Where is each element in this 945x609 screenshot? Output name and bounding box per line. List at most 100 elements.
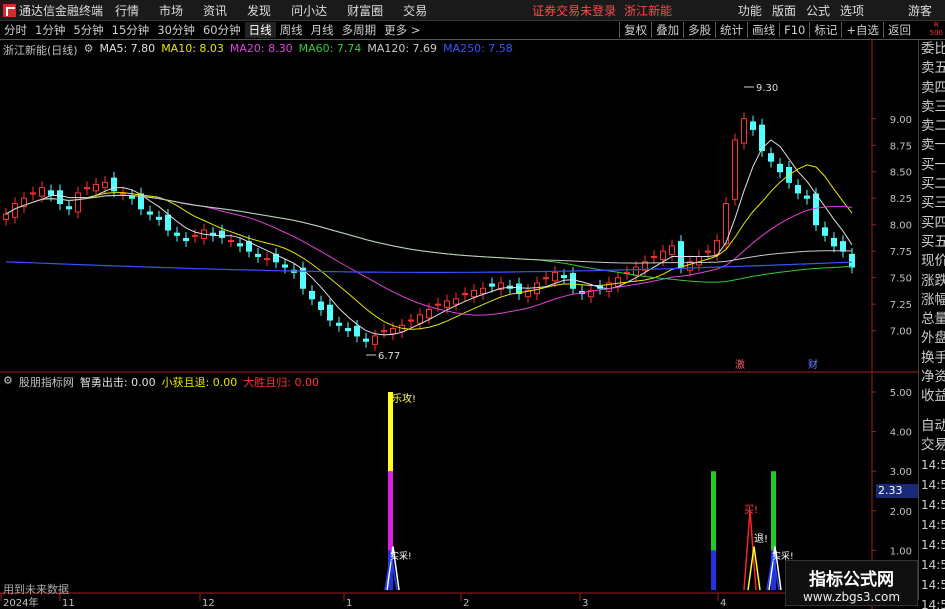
trade-time-3: 14:56 [921, 518, 945, 533]
gear-icon[interactable]: ⚙ [84, 42, 94, 58]
menu-trade[interactable]: 交易 [393, 2, 437, 19]
menu-options[interactable]: 选项 [835, 2, 869, 19]
candle-body [813, 193, 819, 226]
candle-body [363, 338, 369, 342]
candle-body [192, 234, 198, 237]
quote-field-16[interactable]: 换手 [919, 349, 945, 368]
menu-quotes[interactable]: 行情 [105, 2, 149, 19]
x-tick-label: 11 [62, 598, 75, 609]
quote-field-10[interactable]: 买五 [919, 233, 945, 252]
candle-body [795, 185, 801, 194]
candle-body [462, 293, 468, 296]
signal-enter-1: 实采! [390, 550, 412, 562]
candle-body [732, 139, 738, 200]
period-60min[interactable]: 60分钟 [199, 22, 245, 38]
stats-button[interactable]: 统计 [715, 22, 747, 38]
legend-small-win: 小获且退: 0.00 [161, 376, 238, 389]
price-tick-label: 7.50 [890, 274, 912, 285]
menu-formula[interactable]: 公式 [801, 2, 835, 19]
add-watchlist-button[interactable]: +自选 [841, 22, 883, 38]
low-label: 6.77 [378, 351, 400, 362]
quote-field-9[interactable]: 买四 [919, 214, 945, 233]
overlay-button[interactable]: 叠加 [651, 22, 683, 38]
main-legend: 浙江新能(日线) ⚙ MA5: 7.80 MA10: 8.03 MA20: 8.… [3, 42, 519, 58]
quote-field-12[interactable]: 涨跌 [919, 272, 945, 291]
legend-title: 浙江新能(日线) [3, 44, 78, 57]
candle-body [552, 271, 558, 282]
signal-attack: 乐攻! [392, 392, 416, 405]
period-15min[interactable]: 15分钟 [108, 22, 154, 38]
quote-field-17[interactable]: 净资 [919, 368, 945, 387]
back-button[interactable]: 返回 [883, 22, 915, 38]
menu-market[interactable]: 市场 [149, 2, 193, 19]
mark-button[interactable]: 标记 [809, 22, 841, 38]
candle-body [309, 290, 315, 300]
period-more[interactable]: 更多 > [380, 22, 424, 38]
candle-body [831, 237, 837, 247]
menu-ask[interactable]: 问小达 [281, 2, 337, 19]
login-status[interactable]: 证券交易未登录 [532, 2, 616, 19]
candle-body [282, 264, 288, 268]
quote-field-0[interactable]: 委比 [919, 40, 945, 59]
period-30min[interactable]: 30分钟 [153, 22, 199, 38]
quote-field-8[interactable]: 买三 [919, 194, 945, 213]
candle-body [561, 275, 567, 279]
adjust-button[interactable]: 复权 [619, 22, 651, 38]
period-monthly[interactable]: 月线 [307, 22, 338, 38]
auto-trade-0[interactable]: 自动 [919, 417, 945, 436]
quote-field-18[interactable]: 收益 [919, 387, 945, 406]
quote-field-4[interactable]: 卖二 [919, 117, 945, 136]
quote-field-14[interactable]: 总量 [919, 310, 945, 329]
candle-body [777, 163, 783, 173]
period-tick[interactable]: 分时 [0, 22, 31, 38]
period-weekly[interactable]: 周线 [276, 22, 307, 38]
quote-field-2[interactable]: 卖四 [919, 79, 945, 98]
quote-field-1[interactable]: 卖五 [919, 59, 945, 78]
menu-discover[interactable]: 发现 [237, 2, 281, 19]
period-1min[interactable]: 1分钟 [31, 22, 69, 38]
candle-body [57, 190, 63, 205]
x-tick-label: 2 [463, 598, 469, 609]
quote-field-13[interactable]: 涨幅 [919, 291, 945, 310]
price-tick-label: 7.25 [890, 300, 912, 311]
period-5min[interactable]: 5分钟 [69, 22, 107, 38]
watermark-line2: www.zbgs3.com [802, 590, 901, 604]
menu-news[interactable]: 资讯 [193, 2, 237, 19]
candle-body [489, 283, 495, 287]
auto-trade-1[interactable]: 交易 [919, 436, 945, 455]
quote-field-15[interactable]: 外盘 [919, 329, 945, 348]
tdx-logo-icon [3, 3, 16, 17]
guest-user[interactable]: 游客 [903, 2, 937, 19]
event-marker-1: 激 [735, 358, 745, 371]
candle-body [156, 216, 162, 220]
quote-field-5[interactable]: 卖一 [919, 136, 945, 155]
chart-area[interactable]: 9.00 8.75 8.50 8.25 8.00 7.75 7.50 7.25 7.00 5.00… [0, 40, 918, 609]
candle-body [408, 319, 414, 322]
quote-field-7[interactable]: 买二 [919, 175, 945, 194]
candle-body [453, 298, 459, 305]
x-tick-label: 3 [582, 598, 588, 609]
ind-gear-icon[interactable]: ⚙ [3, 374, 13, 390]
candle-body [840, 241, 846, 252]
quote-side-panel: 委比 卖五 卖四 卖三 卖二 卖一 买一 买二 买三 买四 买五 现价 涨跌 涨幅 总量 外盘 换手 净资 收益自动… [918, 40, 945, 609]
x-tick-label: 2024年 [3, 596, 38, 609]
candle-body [480, 287, 486, 295]
menu-layout[interactable]: 版面 [767, 2, 801, 19]
price-tick-label: 9.00 [890, 115, 912, 126]
quote-field-11[interactable]: 现价 [919, 252, 945, 271]
menu-wealth[interactable]: 财富圈 [337, 2, 393, 19]
price-tick-label: 7.75 [890, 247, 912, 258]
menu-function[interactable]: 功能 [733, 2, 767, 19]
f10-button[interactable]: F10 [779, 23, 809, 37]
ind-tick-label: 5.00 [890, 388, 912, 399]
period-multi[interactable]: 多周期 [338, 22, 381, 38]
quote-field-3[interactable]: 卖三 [919, 98, 945, 117]
multi-stock-button[interactable]: 多股 [683, 22, 715, 38]
draw-button[interactable]: 画线 [747, 22, 779, 38]
period-daily[interactable]: 日线 [244, 22, 276, 38]
candle-body [228, 240, 234, 243]
ma250-line [5, 261, 853, 273]
candle-body [84, 187, 90, 190]
quote-field-6[interactable]: 买一 [919, 156, 945, 175]
watermark: 指标公式网 www.zbgs3.com [785, 560, 918, 606]
